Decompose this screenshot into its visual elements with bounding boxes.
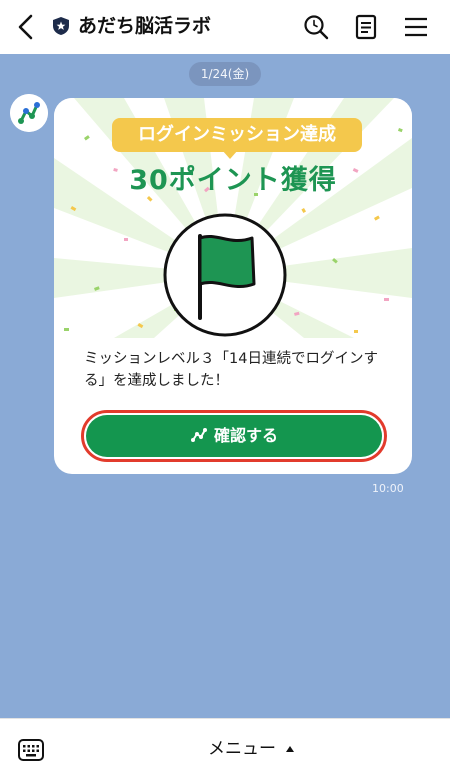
confirm-button-label: 確認する <box>213 426 278 445</box>
mission-message-card: ログインミッション達成 30ポイント獲得 ミッションレベル３「14日連続でログイ… <box>54 98 412 474</box>
menu-toggle[interactable]: メニュー <box>208 737 276 761</box>
menu-icon[interactable] <box>402 13 430 41</box>
date-separator: 1/24(金) <box>189 62 261 86</box>
account-avatar[interactable] <box>10 94 48 132</box>
confirm-button[interactable]: 確認する <box>86 415 382 457</box>
flag-icon <box>163 213 287 337</box>
confirm-button-highlight: 確認する <box>81 410 387 462</box>
mission-message-text: ミッションレベル３「14日連続でログインする」を達成しました！ <box>84 351 378 389</box>
message-timestamp: 10:00 <box>372 482 404 495</box>
mission-ribbon: ログインミッション達成 <box>112 118 362 152</box>
rich-menu-bar: メニュー <box>0 718 450 777</box>
brand-logo-icon <box>190 428 207 442</box>
chat-header: あだち脳活ラボ <box>0 0 450 54</box>
points-earned-heading: 30ポイント獲得 <box>129 165 337 196</box>
caret-up-icon[interactable] <box>286 746 294 752</box>
keyboard-icon[interactable] <box>18 739 44 761</box>
chevron-left-icon[interactable] <box>14 13 38 41</box>
notes-icon[interactable] <box>352 13 380 41</box>
search-icon[interactable] <box>302 13 330 41</box>
chat-title: あだち脳活ラボ <box>78 15 212 37</box>
shield-star-icon <box>53 17 69 35</box>
